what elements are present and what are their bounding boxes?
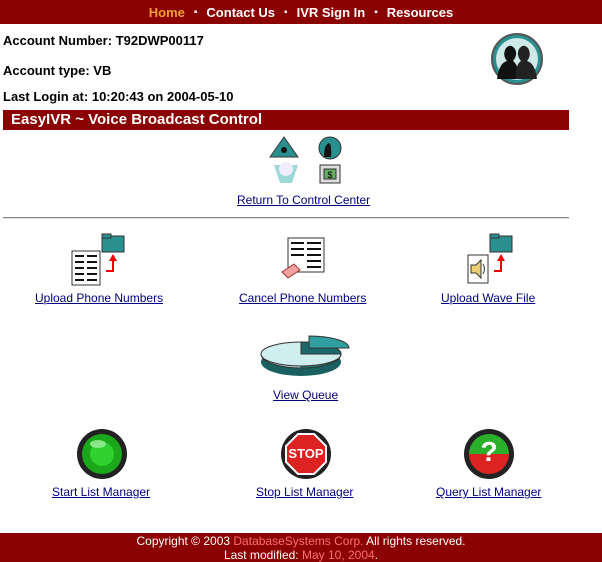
query-list-manager-link[interactable]: Query List Manager [436, 485, 541, 499]
cancel-phone-numbers-icon[interactable] [280, 236, 328, 280]
nav-resources-link[interactable]: Resources [378, 5, 462, 20]
top-navigation: Home ▪ Contact Us ▪ IVR Sign In ▪ Resour… [0, 0, 602, 24]
nav-home-link[interactable]: Home [140, 5, 194, 20]
upload-wave-file-icon[interactable] [466, 233, 514, 287]
account-number: Account Number: T92DWP00117 [3, 33, 204, 48]
last-modified-line: Last modified: May 10, 2004. [0, 548, 602, 562]
upload-phone-numbers-icon[interactable] [70, 233, 128, 287]
account-type: Account type: VB [3, 63, 111, 78]
svg-text:$: $ [327, 170, 332, 180]
cancel-phone-numbers-link[interactable]: Cancel Phone Numbers [239, 291, 366, 305]
green-light-icon[interactable] [76, 428, 128, 480]
question-icon[interactable]: ? [463, 428, 515, 480]
company-logo-icon [491, 33, 543, 85]
account-type-label: Account type: [3, 63, 90, 78]
copyright-suffix: All rights reserved. [363, 534, 466, 548]
last-login-value: 10:20:43 on 2004-05-10 [91, 89, 234, 104]
question-mark-text: ? [480, 436, 498, 467]
nav-contact-link[interactable]: Contact Us [197, 5, 284, 20]
footer: Copyright © 2003 DatabaseSystems Corp. A… [0, 533, 602, 562]
account-number-value: T92DWP00117 [115, 33, 204, 48]
stop-list-manager-link[interactable]: Stop List Manager [256, 485, 353, 499]
upload-phone-numbers-link[interactable]: Upload Phone Numbers [35, 291, 163, 305]
pie-chart-icon[interactable] [259, 334, 351, 378]
modified-suffix: . [374, 548, 379, 562]
last-login: Last Login at: 10:20:43 on 2004-05-10 [3, 89, 234, 104]
control-center-icon[interactable]: $ [268, 135, 346, 187]
modified-prefix: Last modified: [223, 548, 302, 562]
copyright-line: Copyright © 2003 DatabaseSystems Corp. A… [0, 534, 602, 548]
stop-sign-icon[interactable]: STOP [280, 428, 332, 480]
modified-date: May 10, 2004 [301, 548, 375, 562]
divider [3, 217, 569, 219]
return-to-control-center-link[interactable]: Return To Control Center [237, 193, 370, 207]
copyright-prefix: Copyright © 2003 [136, 534, 234, 548]
last-login-label: Last Login at: [3, 89, 89, 104]
company-link[interactable]: DatabaseSystems Corp. [233, 534, 363, 548]
section-title: EasyIVR ~ Voice Broadcast Control [3, 110, 569, 130]
account-type-value: VB [93, 63, 112, 78]
view-queue-link[interactable]: View Queue [273, 388, 338, 402]
upload-wave-file-link[interactable]: Upload Wave File [441, 291, 535, 305]
account-number-label: Account Number: [3, 33, 113, 48]
start-list-manager-link[interactable]: Start List Manager [52, 485, 150, 499]
nav-ivr-sign-in-link[interactable]: IVR Sign In [288, 5, 375, 20]
stop-sign-text: STOP [288, 446, 324, 461]
